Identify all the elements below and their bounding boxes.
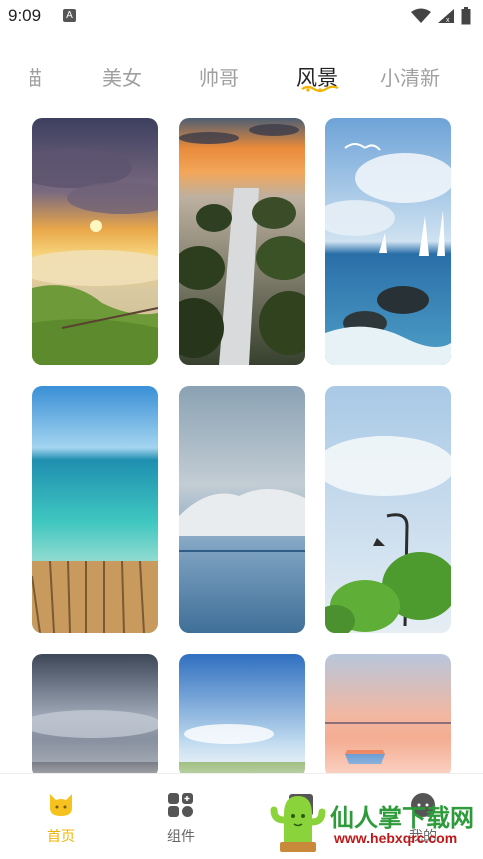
watermark-title: 仙人掌下载网: [330, 804, 474, 832]
wallpaper-card-sea-sailboats[interactable]: [325, 118, 451, 365]
wallpaper-card-calm-sea[interactable]: [179, 386, 305, 633]
wallpaper-card-rocks-waterfall[interactable]: [179, 118, 305, 365]
tab-fresh[interactable]: 小清新: [380, 62, 440, 91]
watermark-url: www.hebxqrc.com: [334, 830, 458, 846]
tab-cat[interactable]: 猫: [30, 62, 42, 91]
wallpaper-image: [179, 118, 305, 365]
status-time: 9:09: [8, 6, 42, 25]
category-tabs: 猫 美女 帅哥 风景 小清新: [0, 56, 483, 100]
battery-icon: [461, 7, 471, 25]
nav-home[interactable]: 首页: [21, 792, 101, 846]
site-watermark: 仙人掌下载网 www.hebxqrc.com: [268, 792, 480, 854]
wifi-icon: [411, 8, 431, 23]
wallpaper-card-street-lamp[interactable]: [325, 386, 451, 633]
scroll-fade: [0, 738, 483, 778]
nav-home-label: 首页: [47, 829, 75, 845]
widgets-icon: [168, 793, 193, 817]
svg-text:x: x: [446, 17, 450, 24]
tab-beauty[interactable]: 美女: [102, 62, 142, 91]
wallpaper-card-sunset-clouds[interactable]: [32, 118, 158, 365]
nav-widgets[interactable]: 组件: [141, 792, 221, 846]
wallpaper-image: [325, 118, 451, 365]
wallpaper-image: [32, 118, 158, 365]
wallpaper-image: [325, 386, 451, 633]
tab-handsome[interactable]: 帅哥: [199, 62, 239, 91]
cactus-logo-icon: [270, 796, 326, 852]
active-tab-indicator: [301, 85, 339, 92]
signal-icon: x: [438, 9, 454, 24]
nav-widgets-label: 组件: [167, 829, 195, 845]
wallpaper-image: [32, 386, 158, 633]
status-bar: 9:09 A x: [0, 0, 483, 34]
cat-face-icon: [50, 794, 72, 816]
wallpaper-image: [179, 386, 305, 633]
notification-icon: A: [63, 9, 76, 22]
wallpaper-card-tropical-sea[interactable]: [32, 386, 158, 633]
